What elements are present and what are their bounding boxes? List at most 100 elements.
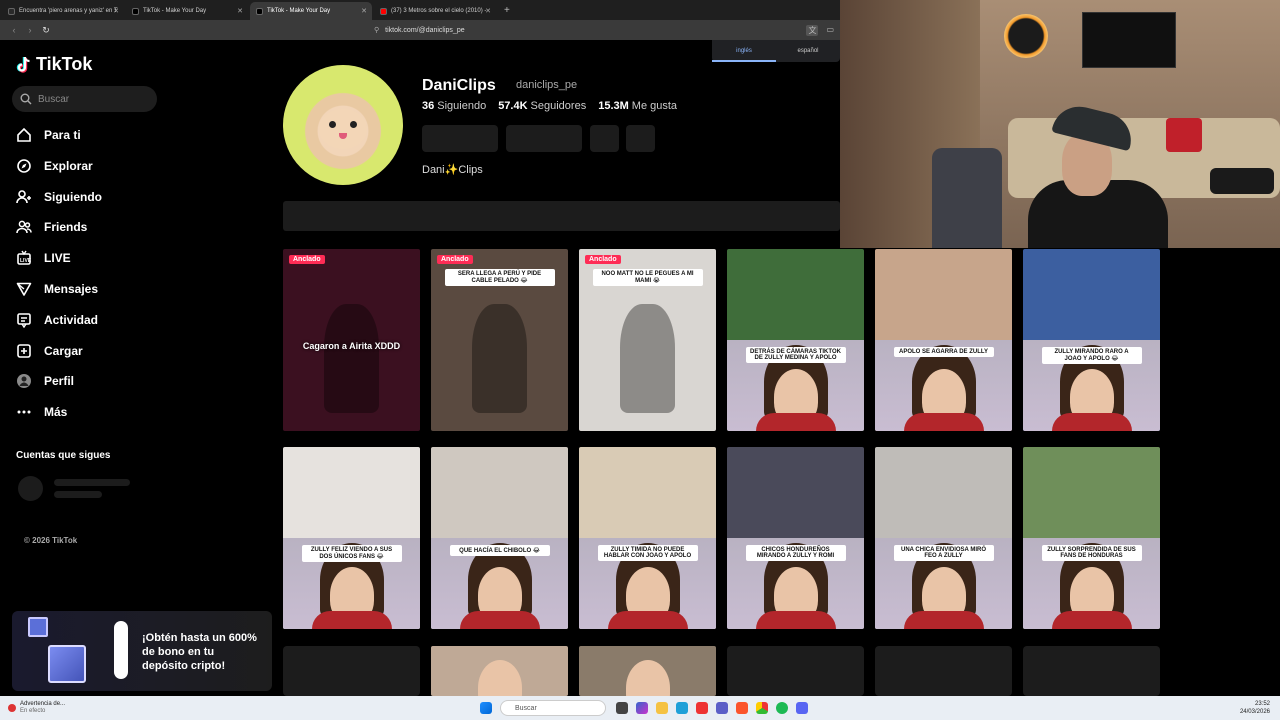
chrome-icon[interactable] <box>756 702 768 714</box>
video-tile[interactable]: QUE HACÍA EL CHIBOLO 😂 <box>431 447 568 629</box>
video-tile[interactable]: DETRÁS DE CÁMARAS TIKTOK DE ZULLY MEDINA… <box>727 249 864 431</box>
sidebar-item-perfil[interactable]: Perfil <box>16 371 74 391</box>
video-tile[interactable]: Anclado SERA LLEGA A PERÚ Y PIDE CABLE PE… <box>431 249 568 431</box>
video-caption: ZULLY SORPRENDIDA DE SUS FANS DE HONDURA… <box>1041 545 1142 561</box>
video-tile[interactable]: UNA CHICA ENVIDIOSA MIRÓ FEO A ZULLY <box>875 447 1012 629</box>
edge-icon[interactable] <box>676 702 688 714</box>
file-explorer-icon[interactable] <box>656 702 668 714</box>
stat-followers[interactable]: 57.4K Seguidores <box>498 100 586 112</box>
browser-tab[interactable]: (37) 3 Metros sobre el cielo (2010) - ✕ <box>374 2 496 20</box>
stat-following[interactable]: 36 Siguiendo <box>422 100 486 112</box>
url-field[interactable]: ⚲ tiktok.com/@daniclips_pe <box>374 26 465 35</box>
sidebar-item-mensajes[interactable]: Mensajes <box>16 279 98 299</box>
youtube-icon[interactable] <box>696 702 708 714</box>
video-tile[interactable]: Anclado NOO MATT NO LE PEGUES A MI MAMI 😭 <box>579 249 716 431</box>
taskbar-search[interactable]: Buscar <box>500 700 606 716</box>
task-view-icon[interactable] <box>616 702 628 714</box>
tab-close-icon[interactable]: ✕ <box>485 7 491 15</box>
video-tile[interactable]: CHICOS HONDUREÑOS MIRANDO A ZULLY Y ROMI <box>727 447 864 629</box>
follow-button-placeholder[interactable] <box>422 125 498 152</box>
video-thumbnail-shirt <box>1051 413 1132 431</box>
share-button-placeholder[interactable] <box>626 125 655 152</box>
promo-slider-pill <box>114 621 128 679</box>
video-thumbnail <box>477 660 522 696</box>
alert-sub: En efecto <box>20 708 46 714</box>
teams-icon[interactable] <box>716 702 728 714</box>
video-tile[interactable]: ZULLY TIMIDA NO PUEDE HABLAR CON JOAO Y … <box>579 447 716 629</box>
site-info-icon[interactable]: ⚲ <box>374 26 379 34</box>
taskbar-clock[interactable]: 23:52 24/03/2026 <box>1240 700 1270 716</box>
search-icon <box>20 93 32 105</box>
video-tile-partial[interactable] <box>579 646 716 696</box>
copilot-icon[interactable] <box>636 702 648 714</box>
translate-lang-spanish[interactable]: español <box>776 40 840 62</box>
profile-tabs-placeholder[interactable] <box>283 201 840 231</box>
video-tile[interactable]: APOLO SE AGARRA DE ZULLY <box>875 249 1012 431</box>
copyright: © 2026 TikTok <box>24 536 78 545</box>
warning-icon <box>8 704 16 712</box>
streamer-webcam <box>840 0 1280 248</box>
sidebar-item-label: Cargar <box>44 344 83 358</box>
browser-tab[interactable]: TikTok - Make Your Day ✕ <box>126 2 248 20</box>
message-button-placeholder[interactable] <box>506 125 582 152</box>
taskbar-search-label: Buscar <box>515 704 537 712</box>
profile-display-name: DaniClips <box>422 77 496 94</box>
search-input[interactable] <box>38 93 138 105</box>
sidebar-item-actividad[interactable]: Actividad <box>16 310 98 330</box>
sidebar-item-siguiendo[interactable]: Siguiendo <box>16 187 102 207</box>
video-caption: APOLO SE AGARRA DE ZULLY <box>893 347 994 357</box>
video-tile-partial[interactable] <box>431 646 568 696</box>
sidebar-item-m-s[interactable]: Más <box>16 402 67 422</box>
sidebar-item-label: LIVE <box>44 251 71 265</box>
search-box[interactable] <box>12 86 157 112</box>
video-tile[interactable]: ZULLY FELIZ VIENDO A SUS DOS ÚNICOS FANS… <box>283 447 420 629</box>
stat-value: 57.4K <box>498 100 528 112</box>
tab-close-icon[interactable]: ✕ <box>237 7 243 15</box>
pinned-badge: Anclado <box>437 255 473 264</box>
sidebar-item-cargar[interactable]: Cargar <box>16 341 83 361</box>
crypto-promo-banner[interactable]: ¡Obtén hasta un 600% de bono en tu depós… <box>12 611 272 691</box>
friends-icon <box>16 219 32 235</box>
back-icon[interactable]: ‹ <box>6 25 22 35</box>
video-tile[interactable]: Anclado Cagaron a Airita XDDD <box>283 249 420 431</box>
browser-tab[interactable]: Encuentra 'piero arenas y yaniz' en T ✕ <box>2 2 124 20</box>
sidebar-item-label: Siguiendo <box>44 190 102 204</box>
discord-icon[interactable] <box>796 702 808 714</box>
start-icon[interactable] <box>480 702 492 714</box>
forward-icon[interactable]: › <box>22 25 38 35</box>
windows-taskbar: Advertencia de... En efecto Buscar 23:52 2… <box>0 696 1280 720</box>
video-thumbnail-shirt <box>607 611 688 629</box>
suggest-button-placeholder[interactable] <box>590 125 619 152</box>
reload-icon[interactable]: ↻ <box>38 25 54 36</box>
tab-title: TikTok - Make Your Day <box>267 8 331 14</box>
stat-label: Me gusta <box>631 100 678 112</box>
taskbar-alert[interactable]: Advertencia de... En efecto <box>8 701 65 715</box>
translate-icon[interactable]: 文 <box>806 24 819 36</box>
video-thumbnail-shirt <box>459 611 540 629</box>
tab-favicon-icon <box>8 7 15 15</box>
brave-icon[interactable] <box>736 702 748 714</box>
sidebar-item-live[interactable]: LIVE LIVE <box>16 248 71 268</box>
profile-bio: Dani✨Clips <box>422 164 483 176</box>
messages-icon <box>16 281 32 297</box>
sidebar-toggle-icon[interactable]: ▭ <box>826 25 834 36</box>
sidebar-item-para-ti[interactable]: Para ti <box>16 125 81 145</box>
spotify-icon[interactable] <box>776 702 788 714</box>
tab-close-icon[interactable]: ✕ <box>113 7 119 15</box>
sidebar-item-explorar[interactable]: Explorar <box>16 156 93 176</box>
new-tab-button[interactable]: + <box>504 2 510 20</box>
sidebar-item-label: Mensajes <box>44 282 99 296</box>
video-tile[interactable]: ZULLY MIRANDO RARO A JOAO Y APOLO 😂 <box>1023 249 1160 431</box>
video-tile-loading <box>875 646 1012 696</box>
profile-avatar[interactable] <box>283 65 403 185</box>
sidebar-item-friends[interactable]: Friends <box>16 217 87 237</box>
video-thumbnail <box>324 303 379 413</box>
tab-close-icon[interactable]: ✕ <box>361 7 367 15</box>
translate-lang-english[interactable]: inglés <box>712 40 776 62</box>
tiktok-logo[interactable]: TikTok <box>16 54 92 75</box>
sidebar-item-label: Friends <box>44 220 88 234</box>
video-tile[interactable]: ZULLY SORPRENDIDA DE SUS FANS DE HONDURA… <box>1023 447 1160 629</box>
pinned-badge: Anclado <box>585 255 621 264</box>
browser-tab[interactable]: TikTok - Make Your Day ✕ <box>250 2 372 20</box>
video-caption: Cagaron a Airita XDDD <box>302 341 401 351</box>
